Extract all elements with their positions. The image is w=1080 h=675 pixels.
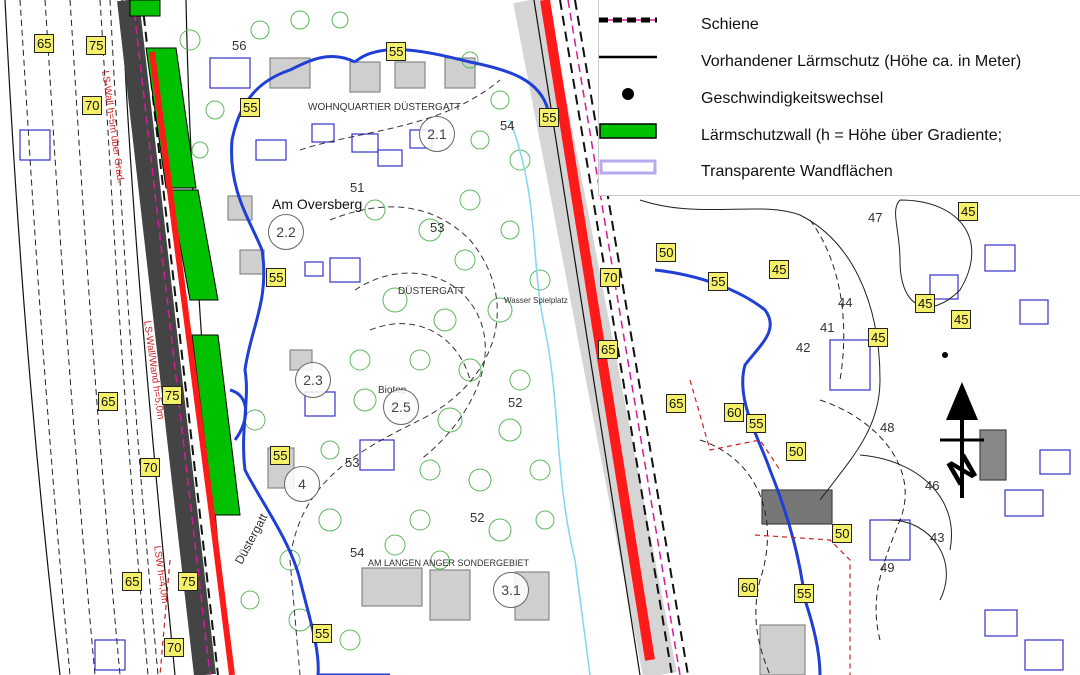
contour-number: 53 [345, 455, 360, 470]
sondergebiet-label: AM LANGEN ANGER SONDERGEBIET [368, 558, 530, 568]
level-tag: 60 [738, 578, 759, 597]
level-tag: 45 [951, 310, 972, 329]
level-tag: 55 [266, 268, 287, 287]
level-tag: 50 [656, 243, 677, 262]
level-tag: 45 [868, 328, 889, 347]
area-marker: 2.5 [383, 389, 419, 425]
contour-number: 47 [868, 210, 883, 225]
contour-number: 51 [350, 180, 365, 195]
level-tag: 65 [122, 572, 143, 591]
area-label-wohnquartier: WOHNQUARTIER DÜSTERGATT [308, 102, 461, 113]
level-tag: 50 [786, 442, 807, 461]
level-tag: 55 [746, 414, 767, 433]
legend-label: Lärmschutzwall (h = Höhe über Gradiente; [701, 127, 1003, 144]
level-tag: 45 [958, 202, 979, 221]
contour-number: 54 [350, 545, 365, 560]
legend-label: Geschwindigkeitswechsel [701, 90, 884, 107]
legend-item-existing-noise-barrier: Vorhandener Lärmschutz (Höhe ca. in Mete… [599, 49, 1080, 77]
contour-number: 42 [796, 340, 811, 355]
level-tag: 55 [240, 98, 261, 117]
level-tag: 70 [140, 458, 161, 477]
contour-number: 56 [232, 38, 247, 53]
level-tag: 65 [666, 394, 687, 413]
level-tag: 70 [82, 96, 103, 115]
contour-number: 53 [430, 220, 445, 235]
contour-number: 52 [508, 395, 523, 410]
level-tag: 75 [86, 36, 107, 55]
area-label-dustergatt: DÜSTERGATT [398, 286, 466, 297]
level-tag: 65 [98, 392, 119, 411]
legend-label: Vorhandener Lärmschutz (Höhe ca. in Mete… [701, 53, 1022, 70]
level-tag: 65 [598, 340, 619, 359]
map-legend: Schiene Vorhandener Lärmschutz (Höhe ca.… [598, 0, 1080, 196]
area-marker: 4 [284, 466, 320, 502]
level-tag: 50 [832, 524, 853, 543]
rail-symbol-icon [599, 17, 657, 23]
level-tag: 55 [708, 272, 729, 291]
level-tag: 45 [915, 294, 936, 313]
area-marker: 2.3 [295, 362, 331, 398]
contour-number: 48 [880, 420, 895, 435]
contour-number: 54 [500, 118, 515, 133]
contour-number: 43 [930, 530, 945, 545]
wasserspielplatz-label: Wasser Spielplatz [504, 296, 568, 305]
legend-item-rail: Schiene [599, 12, 1080, 40]
black-line-icon [599, 55, 657, 59]
level-tag: 55 [794, 584, 815, 603]
level-tag: 75 [178, 572, 199, 591]
legend-label: Schiene [701, 16, 759, 33]
legend-item-noise-wall: Lärmschutzwall (h = Höhe über Gradiente; [599, 123, 1080, 151]
level-tag: 55 [386, 42, 407, 61]
level-tag: 55 [312, 624, 333, 643]
legend-item-speed-change: Geschwindigkeitswechsel [599, 86, 1080, 114]
green-box-icon [599, 123, 657, 139]
legend-label: Transparente Wandflächen [701, 163, 893, 180]
contour-number: 49 [880, 560, 895, 575]
legend-item-transparent-wall: Transparente Wandflächen [599, 159, 1080, 187]
level-tag: 75 [162, 386, 183, 405]
level-tag: 65 [34, 34, 55, 53]
level-tag: 70 [164, 638, 185, 657]
level-tag: 55 [539, 108, 560, 127]
lilac-box-icon [599, 159, 657, 175]
area-marker: 2.1 [419, 116, 455, 152]
area-marker: 2.2 [268, 214, 304, 250]
contour-number: 46 [925, 478, 940, 493]
level-tag: 45 [769, 260, 790, 279]
area-marker: 3.1 [493, 572, 529, 608]
contour-number: 41 [820, 320, 835, 335]
dot-icon [622, 88, 634, 100]
noise-map: N Schiene Vorhandener Lärmschutz (Höhe c… [0, 0, 1080, 675]
street-label-am-oversberg: Am Oversberg [272, 196, 363, 212]
level-tag: 60 [724, 403, 745, 422]
level-tag: 55 [270, 446, 291, 465]
contour-number: 52 [470, 510, 485, 525]
contour-number: 44 [838, 295, 853, 310]
level-tag: 70 [600, 268, 621, 287]
